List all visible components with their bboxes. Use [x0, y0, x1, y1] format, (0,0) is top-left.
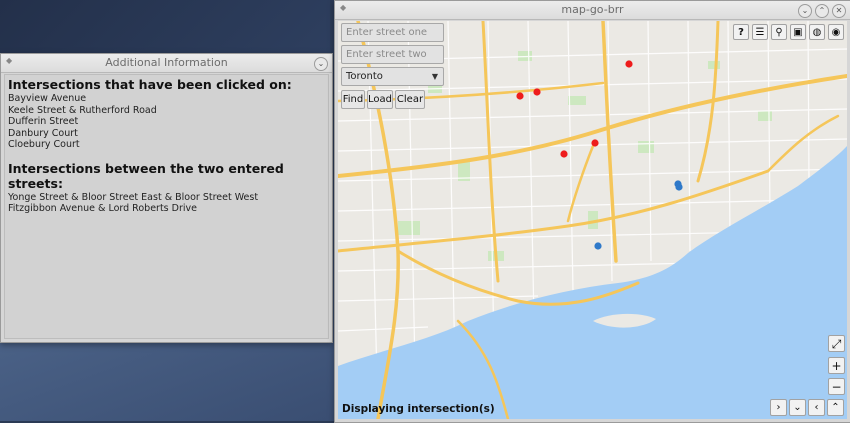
map-window-title: map-go-brr [561, 3, 624, 16]
list-item: Danbury Court [8, 127, 78, 139]
window-menu-icon[interactable]: ◆ [340, 4, 346, 12]
clicked-list: Bayview Avenue Keele Street & Rutherford… [8, 93, 325, 151]
status-text: Displaying intersection(s) [342, 403, 495, 415]
chevron-down-icon[interactable]: ⌄ [314, 57, 328, 71]
info-titlebar[interactable]: ◆ Additional Information ⌄ [1, 54, 332, 73]
location-pin-icon[interactable]: ⚲ [771, 24, 787, 40]
desktop-wallpaper [0, 0, 330, 55]
city-select-value: Toronto [346, 71, 383, 82]
clear-button[interactable]: Clear [395, 90, 425, 109]
list-item: Fitzgibbon Avenue & Lord Roberts Drive [8, 203, 197, 214]
street-one-input[interactable] [341, 23, 444, 42]
map-titlebar[interactable]: ◆ map-go-brr ⌄ ⌃ ✕ [335, 1, 850, 20]
list-item: Yonge Street & Bloor Street East & Bloor… [8, 191, 259, 203]
list-item: Cloebury Court [8, 139, 80, 150]
transit-icon[interactable]: ▣ [790, 24, 806, 40]
map-canvas[interactable]: Toronto ▼ Find Load Clear ? ☰ ⚲ ▣ ◍ ◉ ⤢ … [338, 21, 847, 419]
help-icon[interactable]: ? [733, 24, 749, 40]
chevron-down-icon[interactable]: ⌄ [798, 4, 812, 18]
fit-view-icon[interactable]: ⤢ [828, 335, 845, 352]
list-item: Dufferin Street [8, 116, 79, 127]
pan-left-icon[interactable]: ‹ [808, 399, 825, 416]
list-item: Bayview Avenue [8, 93, 87, 104]
find-button[interactable]: Find [341, 90, 365, 109]
list-icon[interactable]: ☰ [752, 24, 768, 40]
between-list: Yonge Street & Bloor Street East & Bloor… [8, 192, 325, 215]
dropdown-arrow-icon: ▼ [431, 72, 438, 81]
zoom-in-icon[interactable]: + [828, 357, 845, 374]
desktop-wallpaper-lower [0, 342, 334, 421]
list-item: Keele Street & Rutherford Road [8, 104, 157, 116]
pan-up-icon[interactable]: ⌃ [827, 399, 844, 416]
clicked-heading: Intersections that have been clicked on: [8, 77, 292, 92]
zoom-out-icon[interactable]: − [828, 378, 845, 395]
load-button[interactable]: Load [367, 90, 393, 109]
info-panel: Intersections that have been clicked on:… [4, 74, 329, 339]
map-layers-icon[interactable]: ◍ [809, 24, 825, 40]
info-window-title: Additional Information [105, 56, 228, 69]
map-window: ◆ map-go-brr ⌄ ⌃ ✕ Enter street one Ente… [334, 0, 850, 423]
window-menu-icon[interactable]: ◆ [6, 57, 12, 65]
info-window: ◆ Additional Information ⌄ Intersections… [0, 53, 333, 343]
street-two-input[interactable] [341, 45, 444, 64]
maximize-icon[interactable]: ⌃ [815, 4, 829, 18]
city-select[interactable]: Toronto ▼ [341, 67, 444, 86]
between-heading: Intersections between the two entered st… [8, 160, 284, 191]
eye-icon[interactable]: ◉ [828, 24, 844, 40]
pan-down-icon[interactable]: ⌄ [789, 399, 806, 416]
close-icon[interactable]: ✕ [832, 4, 846, 18]
pan-right-icon[interactable]: › [770, 399, 787, 416]
